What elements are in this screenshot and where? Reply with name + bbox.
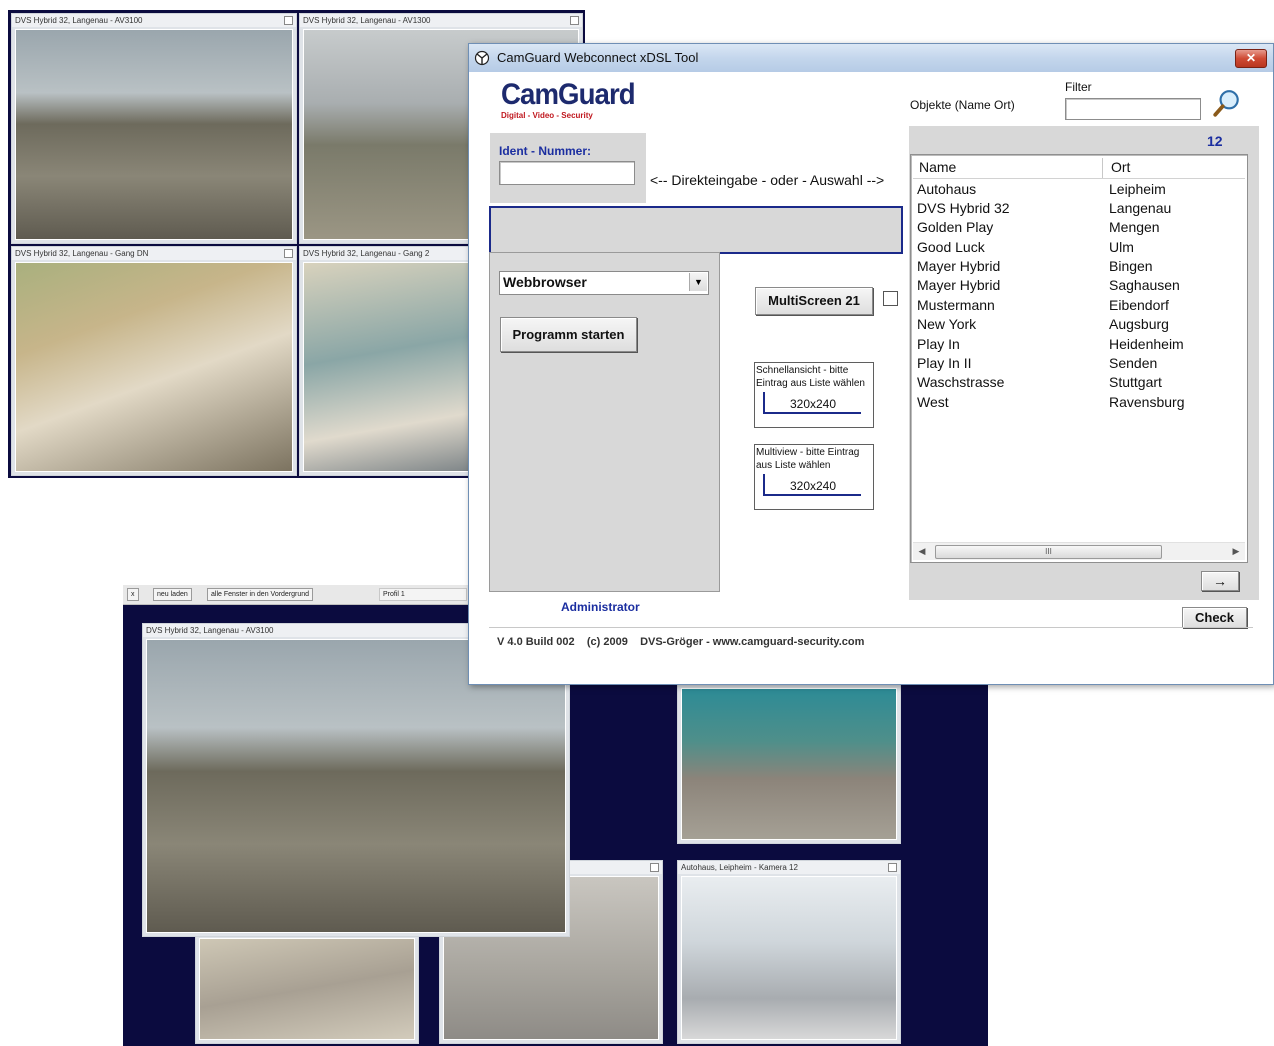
footer-text: V 4.0 Build 002 (c) 2009 DVS-Gröger - ww… xyxy=(497,636,865,648)
next-arrow-button[interactable]: → xyxy=(1201,571,1239,591)
camera-tile[interactable]: Autohaus, Leipheim - Kamera 12 xyxy=(677,860,901,1044)
maximize-icon[interactable] xyxy=(284,249,293,258)
horizontal-scrollbar[interactable]: ◀ III ▶ xyxy=(913,542,1245,560)
quick-view-box: Schnellansicht - bitte Eintrag aus Liste… xyxy=(754,362,874,428)
camera-feed xyxy=(199,938,415,1040)
camera-caption: DVS Hybrid 32, Langenau - Gang DN xyxy=(15,249,149,258)
close-button[interactable]: x xyxy=(127,588,139,601)
filter-input[interactable] xyxy=(1065,98,1201,120)
reload-button[interactable]: neu laden xyxy=(153,588,192,601)
camera-tile[interactable] xyxy=(195,934,419,1044)
objects-label: Objekte (Name Ort) xyxy=(910,98,1015,112)
camera-toolbar: x neu laden alle Fenster in den Vordergr… xyxy=(123,585,473,605)
title-bar[interactable]: CamGuard Webconnect xDSL Tool ✕ xyxy=(469,44,1273,72)
scroll-right-icon[interactable]: ▶ xyxy=(1229,544,1243,558)
user-label: Administrator xyxy=(561,600,640,614)
camera-caption: DVS Hybrid 32, Langenau - AV3100 xyxy=(15,16,143,25)
program-select[interactable]: Webbrowser ▼ xyxy=(499,271,709,295)
quick-view-text: Schnellansicht - bitte Eintrag aus Liste… xyxy=(756,365,865,389)
check-button[interactable]: Check xyxy=(1182,607,1247,628)
multiscreen-checkbox[interactable] xyxy=(883,291,898,306)
maximize-icon[interactable] xyxy=(570,16,579,25)
window-title: CamGuard Webconnect xDSL Tool xyxy=(497,50,699,65)
camera-feed xyxy=(15,262,293,472)
scroll-thumb[interactable]: III xyxy=(935,545,1162,559)
footer-divider xyxy=(489,627,1253,628)
camera-tile[interactable]: DVS Hybrid 32, Langenau - AV3100 xyxy=(11,13,297,244)
camera-caption: DVS Hybrid 32, Langenau - Gang 2 xyxy=(303,249,430,258)
camera-tile[interactable] xyxy=(677,684,901,844)
multiview-text: Multiview - bitte Eintrag aus Liste wähl… xyxy=(756,447,860,471)
multiview-box: Multiview - bitte Eintrag aus Liste wähl… xyxy=(754,444,874,510)
camera-caption: DVS Hybrid 32, Langenau - AV3100 xyxy=(146,626,274,635)
bring-to-front-button[interactable]: alle Fenster in den Vordergrund xyxy=(207,588,314,601)
multiview-size[interactable]: 320x240 xyxy=(763,474,861,496)
filter-label: Filter xyxy=(1065,80,1092,94)
camera-feed xyxy=(15,29,293,240)
logo-text: CamGuard xyxy=(501,78,636,111)
multiscreen-button[interactable]: MultiScreen 21 xyxy=(755,287,873,315)
quick-view-size[interactable]: 320x240 xyxy=(763,392,861,414)
direct-input-hint: <-- Direkteingabe - oder - Auswahl --> xyxy=(650,172,885,188)
camera-feed xyxy=(681,688,897,840)
app-icon xyxy=(474,50,490,66)
object-count: 12 xyxy=(1207,133,1223,149)
camera-feed xyxy=(681,876,897,1040)
maximize-icon[interactable] xyxy=(284,16,293,25)
close-button[interactable]: ✕ xyxy=(1235,49,1267,68)
ident-input[interactable] xyxy=(499,161,635,185)
program-select-value: Webbrowser xyxy=(503,274,587,290)
program-panel xyxy=(489,252,720,592)
chevron-down-icon[interactable]: ▼ xyxy=(689,273,707,291)
maximize-icon[interactable] xyxy=(888,863,897,872)
column-header-ort[interactable]: Ort xyxy=(1111,159,1130,175)
logo-tagline: Digital - Video - Security xyxy=(501,111,593,120)
ident-label: Ident - Nummer: xyxy=(499,144,592,158)
camera-caption: DVS Hybrid 32, Langenau - AV1300 xyxy=(303,16,431,25)
profile-select[interactable]: Profil 1 xyxy=(379,588,467,601)
scroll-left-icon[interactable]: ◀ xyxy=(915,544,929,558)
camguard-dialog: CamGuard Webconnect xDSL Tool ✕ CamGuard… xyxy=(468,43,1274,685)
objects-list[interactable]: Name Ort Autohaus Leipheim DVS Hybrid 32 L… xyxy=(910,154,1248,563)
column-header-name[interactable]: Name xyxy=(919,159,956,175)
search-icon[interactable] xyxy=(1212,88,1242,118)
camguard-logo: CamGuard Digital - Video - Security xyxy=(501,78,646,121)
camera-tile[interactable]: DVS Hybrid 32, Langenau - Gang DN xyxy=(11,246,297,476)
camera-caption: Autohaus, Leipheim - Kamera 12 xyxy=(681,863,798,872)
info-bar xyxy=(489,206,903,254)
start-program-button[interactable]: Programm starten xyxy=(500,317,637,352)
list-header: Name Ort xyxy=(913,157,1245,179)
maximize-icon[interactable] xyxy=(650,863,659,872)
